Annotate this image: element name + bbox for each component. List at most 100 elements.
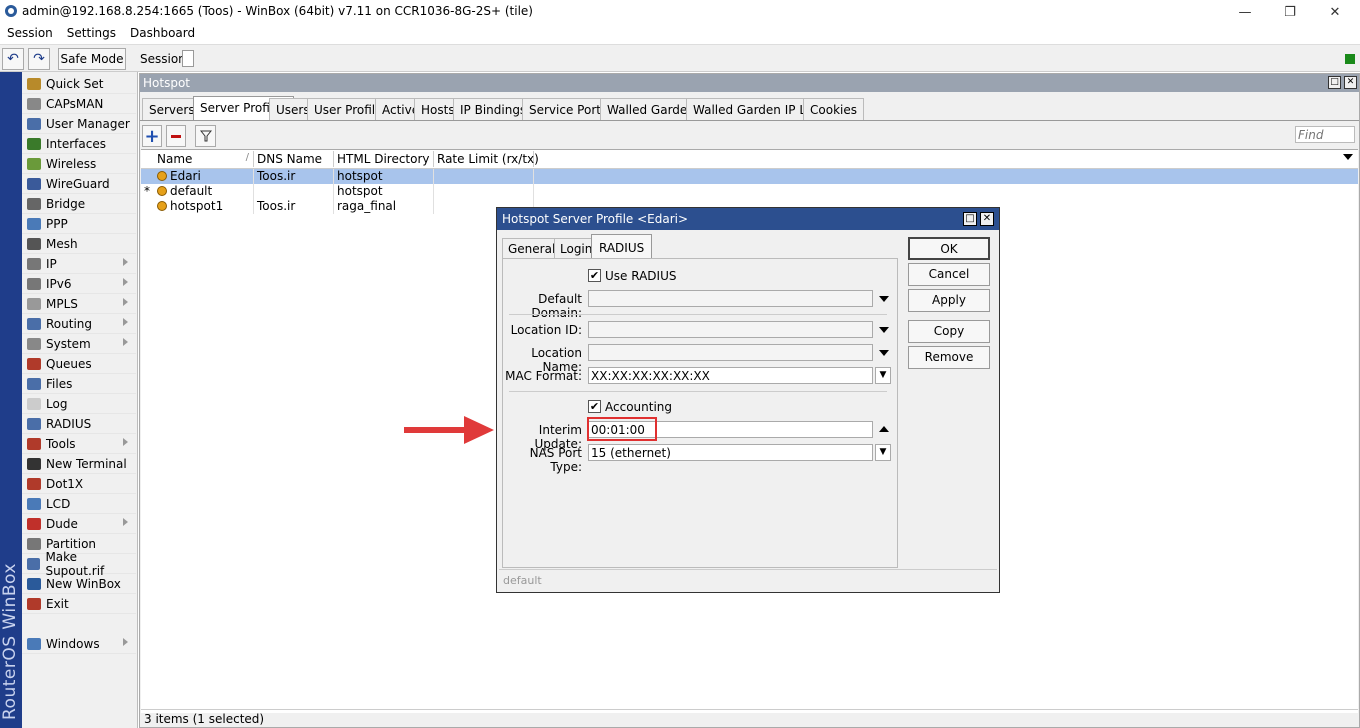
hotspot-status: 3 items (1 selected) [141,709,1358,727]
sidebar-item-new-winbox[interactable]: New WinBox [22,574,136,594]
accounting-checkbox[interactable]: ✔ [588,400,601,413]
default-domain-field[interactable] [588,290,873,307]
column-name[interactable]: Name / [154,151,254,167]
cell-html: hotspot [334,184,434,199]
remove-profile-button[interactable]: Remove [908,346,990,369]
cell-html: hotspot [334,169,434,184]
sidebar-item-mesh[interactable]: Mesh [22,234,136,254]
filter-button[interactable] [195,125,216,147]
location-id-field[interactable] [588,321,873,338]
nas-port-type-dropdown-button[interactable]: ▼ [875,444,891,461]
submenu-arrow-icon [123,258,128,266]
table-row[interactable]: Edari Toos.ir hotspot [141,169,1358,184]
close-button[interactable]: ✕ [1312,0,1358,24]
sidebar-item-interfaces[interactable]: Interfaces [22,134,136,154]
sidebar-item-wireless[interactable]: Wireless [22,154,136,174]
row-flag [141,199,154,214]
session-field[interactable] [182,50,194,67]
column-dns-name[interactable]: DNS Name [254,151,334,167]
sidebar-item-mpls[interactable]: MPLS [22,294,136,314]
sidebar-item-exit[interactable]: Exit [22,594,136,614]
hotspot-close-button[interactable]: ✕ [1344,76,1357,89]
sidebar-item-dot1x[interactable]: Dot1X [22,474,136,494]
sidebar-item-windows[interactable]: Windows [22,634,136,654]
windows-icon [27,637,41,650]
sidebar-item-label: Interfaces [46,136,106,151]
terminal-icon [27,457,41,470]
add-button[interactable]: + [142,125,162,147]
sidebar-item-label: Quick Set [46,76,104,91]
mac-format-dropdown-button[interactable]: ▼ [875,367,891,384]
sidebar-item-make-supout-rif[interactable]: Make Supout.rif [22,550,136,578]
maximize-button[interactable]: ❐ [1267,0,1313,24]
table-row[interactable]: * default hotspot [141,184,1358,199]
menu-settings[interactable]: Settings [60,24,123,44]
sidebar-item-system[interactable]: System [22,334,136,354]
hotspot-window-title: Hotspot [140,74,1359,92]
column-rate-limit[interactable]: Rate Limit (rx/tx) [434,151,539,167]
sidebar-item-lcd[interactable]: LCD [22,494,136,514]
cancel-button[interactable]: Cancel [908,263,990,286]
exit-icon [27,597,41,610]
location-id-dropdown-icon[interactable] [879,327,889,333]
sidebar-item-label: CAPsMAN [46,96,104,111]
sidebar-item-ppp[interactable]: PPP [22,214,136,234]
menu-session[interactable]: Session [0,24,60,44]
dialog-maximize-button[interactable]: □ [963,212,977,226]
copy-button[interactable]: Copy [908,320,990,343]
redo-button[interactable]: ↷ [28,48,50,70]
sidebar-item-log[interactable]: Log [22,394,136,414]
sidebar-item-tools[interactable]: Tools [22,434,136,454]
sidebar-item-quick-set[interactable]: Quick Set [22,74,136,94]
mac-format-field[interactable]: XX:XX:XX:XX:XX:XX [588,367,873,384]
sidebar-item-label: Windows [46,636,100,651]
dot1x-icon [27,477,41,490]
sidebar-item-ipv6[interactable]: IPv6 [22,274,136,294]
dialog-title: Hotspot Server Profile <Edari> [497,208,999,230]
sidebar-item-files[interactable]: Files [22,374,136,394]
highlight-box [587,417,657,441]
sidebar-item-radius[interactable]: RADIUS [22,414,136,434]
sidebar-item-routing[interactable]: Routing [22,314,136,334]
location-name-dropdown-icon[interactable] [879,350,889,356]
use-radius-label: Use RADIUS [605,269,677,283]
sidebar-item-capsman[interactable]: CAPsMAN [22,94,136,114]
dialog-close-button[interactable]: ✕ [980,212,994,226]
sidebar-item-bridge[interactable]: Bridge [22,194,136,214]
default-domain-dropdown-icon[interactable] [879,296,889,302]
menu-dashboard[interactable]: Dashboard [123,24,202,44]
cell-name-text: Edari [170,169,201,183]
column-html-directory[interactable]: HTML Directory [334,151,434,167]
sidebar-item-label: MPLS [46,296,78,311]
cell-rate [434,184,534,199]
ipv6-icon [27,277,41,290]
nas-port-type-field[interactable]: 15 (ethernet) [588,444,873,461]
side-menu: Quick Set CAPsMAN User Manager Interfaces Wi… [22,72,138,728]
sidebar-item-user-manager[interactable]: User Manager [22,114,136,134]
hotspot-maximize-button[interactable]: □ [1328,76,1341,89]
sidebar-item-new-terminal[interactable]: New Terminal [22,454,136,474]
sidebar-item-dude[interactable]: Dude [22,514,136,534]
tab-radius[interactable]: RADIUS [591,234,653,259]
submenu-arrow-icon [123,278,128,286]
tab-general[interactable]: General [502,238,562,258]
profile-icon [157,171,167,181]
minimize-button[interactable]: — [1222,0,1268,24]
tab-cookies[interactable]: Cookies [803,98,864,120]
interim-update-collapse-icon[interactable] [879,426,889,432]
log-icon [27,397,41,410]
location-id-label: Location ID: [510,323,582,337]
undo-button[interactable]: ↶ [2,48,24,70]
sidebar-item-ip[interactable]: IP [22,254,136,274]
apply-button[interactable]: Apply [908,289,990,312]
safe-mode-button[interactable]: Safe Mode [58,48,126,70]
remove-button[interactable] [166,125,186,147]
location-name-field[interactable] [588,344,873,361]
ok-button[interactable]: OK [908,237,990,260]
winbox-logo-icon [5,5,17,17]
sidebar-item-wireguard[interactable]: WireGuard [22,174,136,194]
sidebar-item-queues[interactable]: Queues [22,354,136,374]
find-input[interactable] [1295,126,1355,143]
use-radius-checkbox[interactable]: ✔ [588,269,601,282]
column-menu-icon[interactable] [1343,154,1353,160]
